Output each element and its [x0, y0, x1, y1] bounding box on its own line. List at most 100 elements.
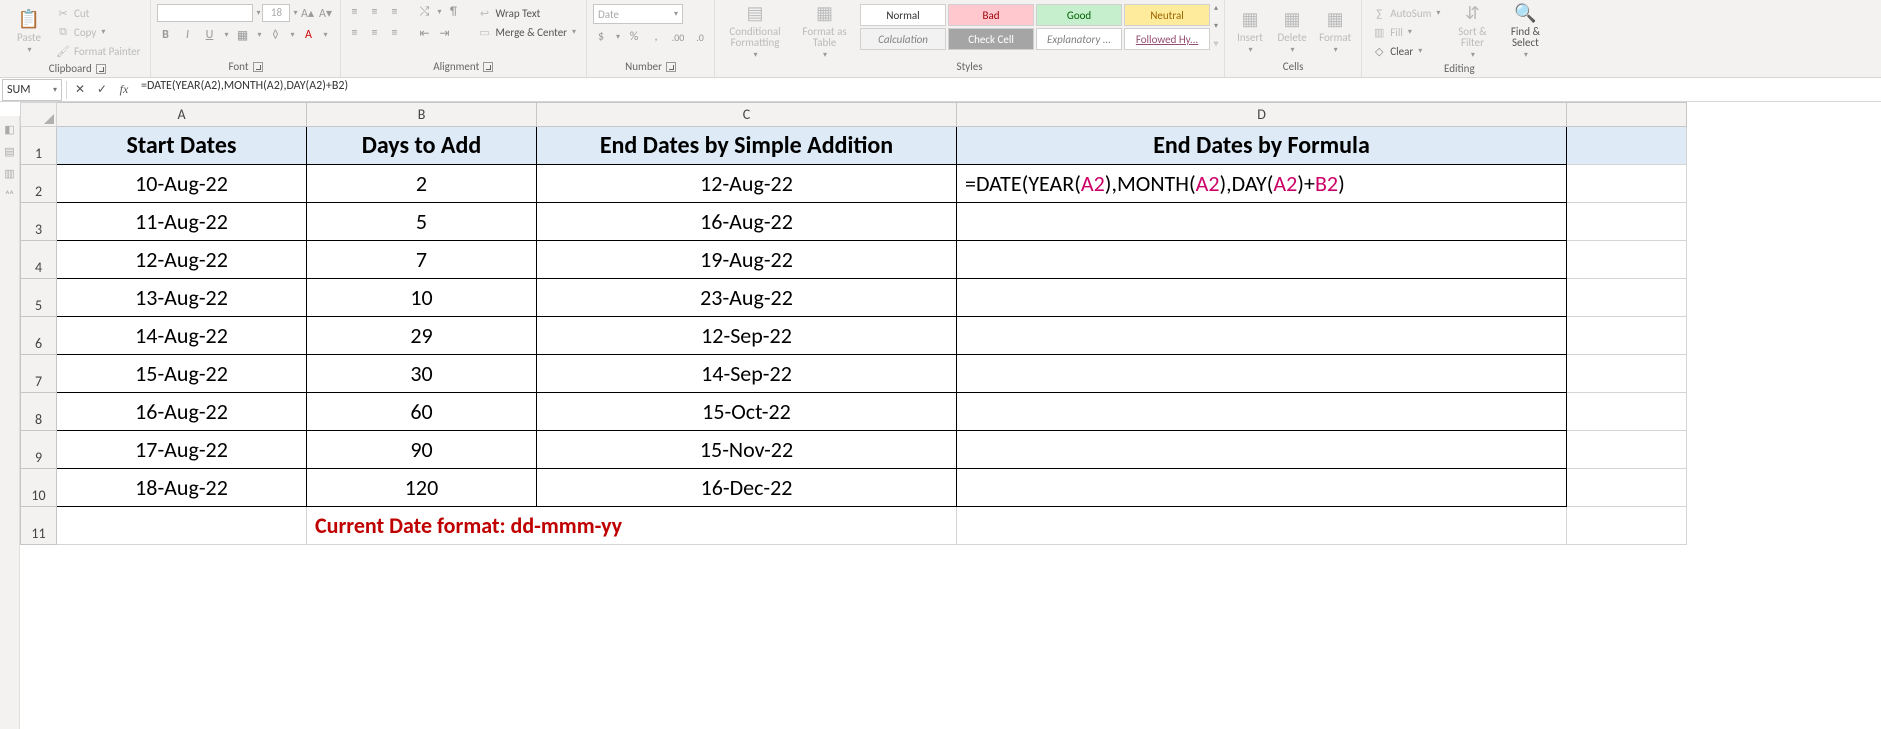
cell[interactable]: 14-Sep-22	[537, 355, 957, 393]
cell[interactable]: 15-Oct-22	[537, 393, 957, 431]
cell[interactable]: 16-Aug-22	[537, 203, 957, 241]
column-header-D[interactable]: D	[957, 103, 1567, 127]
cell[interactable]: 17-Aug-22	[57, 431, 307, 469]
cell[interactable]	[1567, 165, 1687, 203]
clear-button[interactable]: ◇Clear▾	[1368, 42, 1444, 60]
cell-A1[interactable]: Start Dates	[57, 127, 307, 165]
enter-formula-button[interactable]: ✓	[91, 79, 113, 101]
cell[interactable]	[957, 279, 1567, 317]
font-family-select[interactable]	[157, 4, 253, 22]
delete-cells-button[interactable]: ▦Delete▾	[1273, 4, 1311, 58]
increase-decimal-icon[interactable]: .00	[670, 29, 686, 45]
cell[interactable]: 5	[307, 203, 537, 241]
cancel-formula-button[interactable]: ✕	[69, 79, 91, 101]
font-size-select[interactable]: 18	[262, 4, 290, 22]
cell[interactable]: 12-Sep-22	[537, 317, 957, 355]
number-format-select[interactable]: Date▾	[593, 4, 683, 24]
select-all-corner[interactable]	[21, 103, 57, 127]
increase-indent-icon[interactable]: ⇥	[437, 25, 453, 41]
row-header[interactable]: 8	[21, 393, 57, 431]
wrap-text-button[interactable]: ↩Wrap Text	[474, 4, 581, 22]
cell[interactable]	[957, 317, 1567, 355]
row-header[interactable]: 3	[21, 203, 57, 241]
cell[interactable]	[57, 507, 307, 545]
cell[interactable]: 14-Aug-22	[57, 317, 307, 355]
orientation-icon[interactable]: ⤭	[417, 4, 433, 20]
underline-button[interactable]: U	[201, 27, 217, 43]
cell-B1[interactable]: Days to Add	[307, 127, 537, 165]
cell[interactable]: 15-Nov-22	[537, 431, 957, 469]
style-followed-hyperlink[interactable]: Followed Hy...	[1124, 28, 1210, 50]
cell[interactable]: 7	[307, 241, 537, 279]
sort-filter-button[interactable]: ⇵Sort & Filter▾	[1448, 4, 1496, 58]
cell[interactable]: 13-Aug-22	[57, 279, 307, 317]
cell[interactable]: 12-Aug-22	[537, 165, 957, 203]
dialog-launcher-icon[interactable]	[666, 62, 676, 72]
style-check-cell[interactable]: Check Cell	[948, 28, 1034, 50]
style-neutral[interactable]: Neutral	[1124, 4, 1210, 26]
dialog-launcher-icon[interactable]	[96, 64, 106, 74]
row-header[interactable]: 10	[21, 469, 57, 507]
format-cells-button[interactable]: ▦Format▾	[1315, 4, 1355, 58]
row-header[interactable]: 5	[21, 279, 57, 317]
cell[interactable]: 90	[307, 431, 537, 469]
chevron-down-icon[interactable]: ▾	[256, 8, 260, 18]
row-header[interactable]: 9	[21, 431, 57, 469]
cell[interactable]	[957, 241, 1567, 279]
cut-button[interactable]: ✂Cut	[52, 4, 144, 22]
cell[interactable]	[957, 203, 1567, 241]
cell[interactable]	[957, 507, 1567, 545]
cell[interactable]: 23-Aug-22	[537, 279, 957, 317]
rail-icon[interactable]: ▥	[3, 166, 17, 180]
cell[interactable]: 60	[307, 393, 537, 431]
fill-color-button[interactable]: ◊	[268, 27, 284, 43]
cell[interactable]	[1567, 431, 1687, 469]
cell[interactable]: 10-Aug-22	[57, 165, 307, 203]
paste-button[interactable]: 📋 Paste ▾	[10, 4, 48, 58]
scroll-up-icon[interactable]: ▴	[1214, 4, 1218, 12]
find-select-button[interactable]: 🔍Find & Select▾	[1500, 4, 1550, 58]
cell-C1[interactable]: End Dates by Simple Addition	[537, 127, 957, 165]
currency-icon[interactable]: $	[593, 29, 609, 45]
rail-icon[interactable]: ◧	[3, 122, 17, 136]
cell[interactable]	[1567, 469, 1687, 507]
cell[interactable]: 120	[307, 469, 537, 507]
cell[interactable]	[1567, 355, 1687, 393]
cell[interactable]	[1567, 279, 1687, 317]
cell-E1[interactable]	[1567, 127, 1687, 165]
align-middle-icon[interactable]: ≡	[367, 4, 383, 20]
format-painter-button[interactable]: 🖌Format Painter	[52, 42, 144, 60]
decrease-indent-icon[interactable]: ⇤	[417, 25, 433, 41]
cell[interactable]: 12-Aug-22	[57, 241, 307, 279]
cell[interactable]	[957, 393, 1567, 431]
comma-icon[interactable]: ,	[648, 29, 664, 45]
bold-button[interactable]: B	[157, 27, 173, 43]
cell[interactable]	[1567, 203, 1687, 241]
row-header[interactable]: 1	[21, 127, 57, 165]
autosum-button[interactable]: ∑AutoSum▾	[1368, 4, 1444, 22]
style-explanatory[interactable]: Explanatory ...	[1036, 28, 1122, 50]
cell[interactable]: 10	[307, 279, 537, 317]
align-top-icon[interactable]: ≡	[347, 4, 363, 20]
cell[interactable]: 30	[307, 355, 537, 393]
increase-font-icon[interactable]: A▴	[300, 5, 316, 21]
row-header[interactable]: 4	[21, 241, 57, 279]
cell[interactable]	[1567, 241, 1687, 279]
cell-D2-formula[interactable]: =DATE(YEAR(A2),MONTH(A2),DAY(A2)+B2)	[957, 165, 1567, 203]
cell-D1[interactable]: End Dates by Formula	[957, 127, 1567, 165]
percent-icon[interactable]: %	[626, 29, 642, 45]
cell[interactable]: 19-Aug-22	[537, 241, 957, 279]
insert-cells-button[interactable]: ▦Insert▾	[1231, 4, 1269, 58]
cell[interactable]: 18-Aug-22	[57, 469, 307, 507]
cell[interactable]	[957, 469, 1567, 507]
formula-input[interactable]: =DATE(YEAR(A2),MONTH(A2),DAY(A2)+B2)	[135, 79, 1881, 101]
italic-button[interactable]: I	[179, 27, 195, 43]
cell[interactable]	[1567, 393, 1687, 431]
ltr-icon[interactable]: ¶	[446, 4, 462, 20]
style-good[interactable]: Good	[1036, 4, 1122, 26]
cell[interactable]: 29	[307, 317, 537, 355]
insert-function-button[interactable]: fx	[113, 79, 135, 101]
fill-button[interactable]: ▥Fill▾	[1368, 23, 1444, 41]
style-bad[interactable]: Bad	[948, 4, 1034, 26]
row-header[interactable]: 11	[21, 507, 57, 545]
